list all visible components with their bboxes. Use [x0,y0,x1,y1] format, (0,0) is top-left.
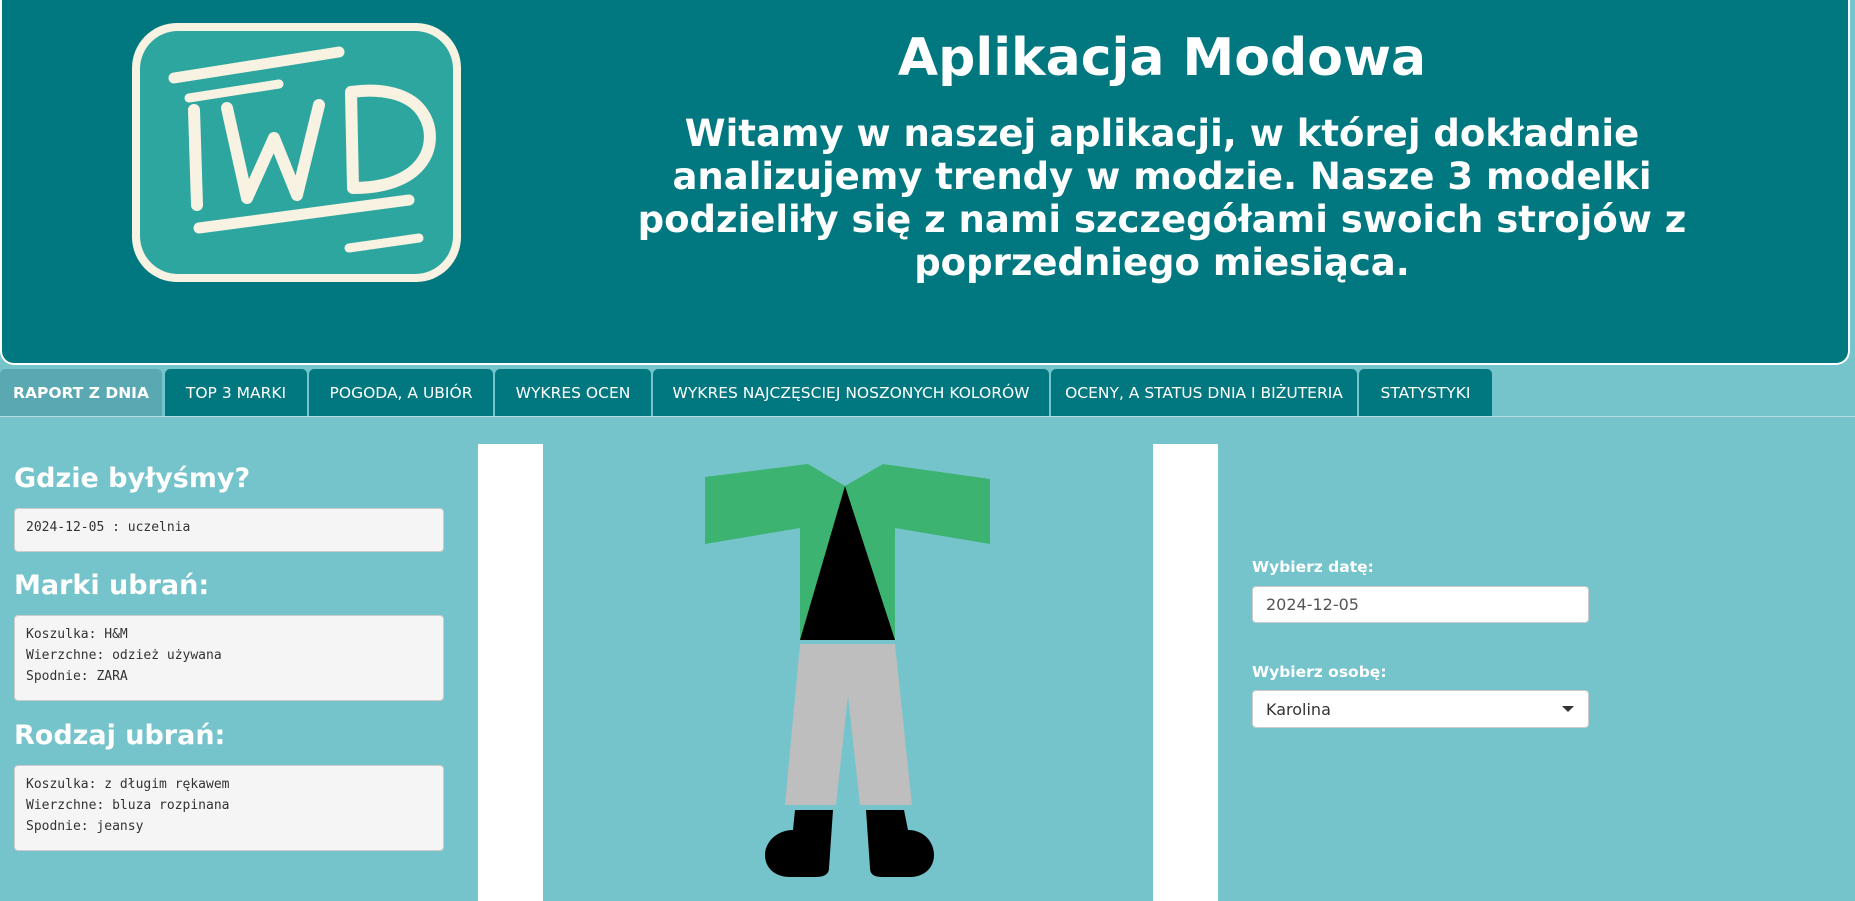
plot-right-margin [1153,444,1218,901]
where-heading: Gdzie byłyśmy? [14,463,251,494]
outfit-figure [705,464,990,877]
type-line: Koszulka: z długim rękawem [26,777,230,792]
app-title: Aplikacja Modowa [897,28,1427,88]
tab-statystyki[interactable]: STATYSTYKI [1359,369,1492,416]
person-label: Wybierz osobę: [1252,663,1387,681]
type-line: Wierzchne: bluza rozpinana [26,798,230,813]
types-output: Koszulka: z długim rękawem Wierzchne: blu… [14,765,444,851]
date-input[interactable]: 2024-12-05 [1252,586,1589,623]
pants-shape [785,644,912,805]
tab-bar: RAPORT Z DNIA TOP 3 MARKI POGODA, A UBIÓ… [0,369,1855,417]
tab-pogoda-a-ubior[interactable]: POGODA, A UBIÓR [309,369,493,416]
plot-left-margin [478,444,543,901]
tab-top-3-marki[interactable]: TOP 3 MARKI [165,369,307,416]
type-line: Spodnie: jeansy [26,819,144,834]
right-shoe-shape [866,810,934,877]
caret-down-icon [1562,706,1574,712]
iwd-logo [132,23,461,282]
left-shoe-shape [765,810,833,877]
header: Aplikacja Modowa Witamy w naszej aplikac… [0,0,1850,365]
tab-wykres-ocen[interactable]: WYKRES OCEN [495,369,651,416]
welcome-text: Witamy w naszej aplikacji, w której dokł… [637,112,1687,284]
person-value: Karolina [1266,699,1331,719]
tab-oceny-status-bizuteria[interactable]: OCENY, A STATUS DNIA I BIŻUTERIA [1051,369,1357,416]
brands-heading: Marki ubrań: [14,570,210,601]
tab-wykres-kolorow[interactable]: WYKRES NAJCZĘSCIEJ NOSZONYCH KOLORÓW [653,369,1049,416]
date-value: 2024-12-05 [1266,595,1359,614]
where-output: 2024-12-05 : uczelnia [14,508,444,552]
types-heading: Rodzaj ubrań: [14,720,226,751]
tab-raport-z-dnia[interactable]: RAPORT Z DNIA [0,369,162,416]
brand-line: Spodnie: ZARA [26,669,128,684]
brands-output: Koszulka: H&M Wierzchne: odzież używana Sp… [14,615,444,701]
date-label: Wybierz datę: [1252,558,1374,576]
brand-line: Koszulka: H&M [26,627,128,642]
person-select[interactable]: Karolina [1252,690,1589,728]
brand-line: Wierzchne: odzież używana [26,648,222,663]
